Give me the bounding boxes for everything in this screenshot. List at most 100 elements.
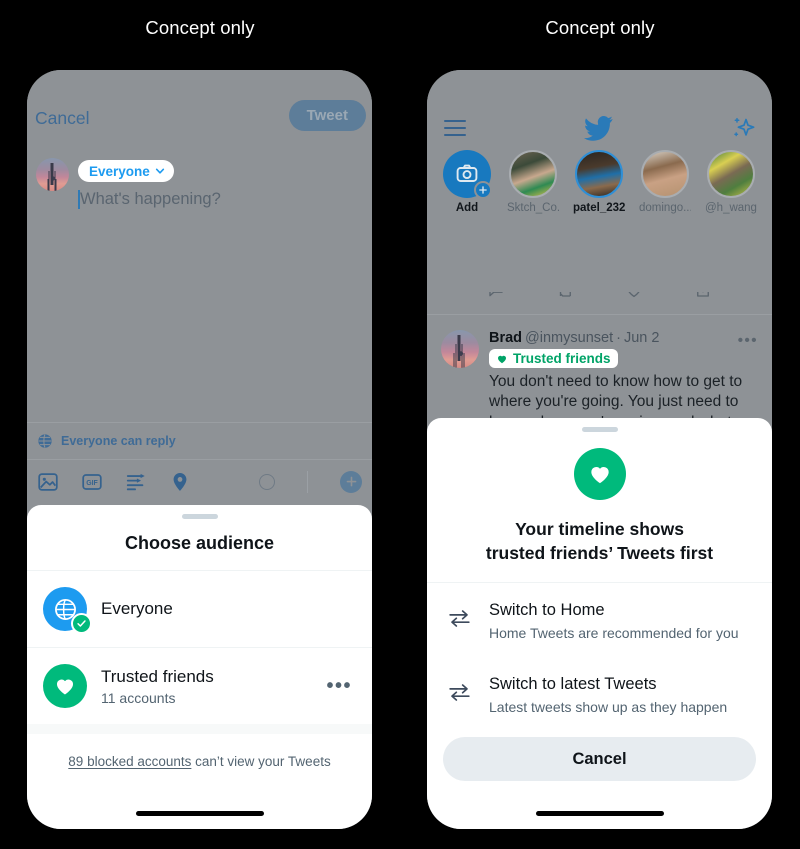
audience-option-trusted-friends[interactable]: Trusted friends 11 accounts ••• [27,648,372,724]
swap-icon [447,601,473,636]
timeline-header [427,110,772,146]
option-switch-to-home[interactable]: Switch to Home Home Tweets are recommend… [427,583,772,657]
audience-option-text: Everyone [101,598,356,619]
add-icon[interactable] [340,470,362,493]
option-text: Switch to latest Tweets Latest tweets sh… [489,675,727,715]
story-add[interactable]: Add [441,150,493,214]
toolbar-divider [307,470,308,493]
option-title: Switch to Home [489,601,605,620]
screenshot-root: Concept only Cancel Tweet Everyone What'… [0,0,800,849]
audience-chip-label: Everyone [89,163,150,179]
option-title: Switch to latest Tweets [489,675,657,694]
left-panel: Concept only Cancel Tweet Everyone What'… [0,0,400,849]
globe-icon [38,434,52,448]
sheet-title: Your timeline shows trusted friends’ Twe… [427,512,772,582]
choose-audience-sheet: Choose audience Everyone Trusted friends… [27,505,372,829]
tweet-author-name: Brad [489,330,523,346]
avatar [36,158,69,191]
tweet-dot-separator: · [616,330,621,346]
chevron-down-icon [155,168,164,174]
home-indicator [535,811,664,816]
retweet-icon [559,292,571,297]
like-icon [628,292,640,298]
avatar [641,150,689,198]
sparkle-icon[interactable] [731,116,755,140]
compose-placeholder[interactable]: What's happening? [80,190,221,209]
avatar [441,330,479,368]
globe-icon [43,587,92,634]
left-concept-label: Concept only [145,17,255,38]
audience-option-name: Trusted friends [101,667,214,687]
left-phone-frame: Cancel Tweet Everyone What's happening? [27,70,372,829]
gif-icon[interactable]: GIF [81,471,103,493]
cutoff-tweet-actions [427,292,772,306]
tweet-date: Jun 2 [623,330,660,346]
sheet-title-line1: Your timeline shows [515,519,684,540]
compose-tweet-button[interactable]: Tweet [288,100,366,131]
avatar [575,150,623,198]
avatar [509,150,557,198]
option-subtitle: Home Tweets are recommended for you [489,625,739,642]
blocked-accounts-note: 89 blocked accounts can’t view your Twee… [27,734,372,781]
sheet-grabber[interactable] [581,427,618,433]
reply-setting-label: Everyone can reply [61,434,176,448]
home-indicator [135,811,264,816]
section-band [27,724,372,734]
story-label: @h_wang... [705,202,757,214]
twitter-bird-icon [583,115,613,141]
tweet-header: Brad @inmysunset · Jun 2 [489,330,758,346]
audience-option-name: Everyone [101,599,173,619]
sheet-title-line2: trusted friends’ Tweets first [485,542,714,563]
heart-icon [497,355,507,363]
compose-cancel-button[interactable]: Cancel [35,108,89,129]
right-concept-label: Concept only [545,17,655,38]
progress-ring-icon [259,473,275,490]
audience-option-sub: 11 accounts [101,689,176,706]
reply-setting-row[interactable]: Everyone can reply [27,422,372,459]
share-icon [697,292,710,297]
option-text: Switch to Home Home Tweets are recommend… [489,601,739,641]
blocked-accounts-link[interactable]: 89 blocked accounts [68,754,191,769]
heart-icon [43,664,87,708]
poll-icon[interactable] [125,471,147,493]
story-item[interactable]: domingo... [639,150,691,214]
story-item[interactable]: @h_wang... [705,150,757,214]
location-icon[interactable] [169,471,191,493]
overflow-menu-icon[interactable]: ••• [738,332,758,349]
reply-icon [488,292,503,297]
hamburger-icon[interactable] [444,120,466,136]
timeline-info-sheet: Your timeline shows trusted friends’ Twe… [427,418,772,829]
trusted-friends-badge-label: Trusted friends [513,351,611,366]
right-panel: Concept only Add Sktch_Co patel_232 domi… [400,0,800,849]
right-phone-screen: Add Sktch_Co... patel_232 doming [427,70,772,829]
story-label: patel_232 [573,202,625,214]
selected-check-icon [71,613,92,634]
trusted-friends-badge: Trusted friends [489,349,618,368]
image-icon[interactable] [37,471,59,493]
blocked-accounts-rest: can’t view your Tweets [191,754,331,769]
heart-icon [573,448,626,501]
story-label: domingo... [639,202,691,214]
add-badge-icon [474,181,492,199]
left-phone-screen: Cancel Tweet Everyone What's happening? [27,70,372,829]
tweet-author-handle: @inmysunset [525,330,614,346]
story-item-active[interactable]: patel_232 [573,150,625,214]
sheet-title: Choose audience [124,533,275,553]
story-item-partial[interactable] [771,150,772,202]
avatar [707,150,755,198]
compose-topbar: Cancel Tweet [27,100,372,146]
divider [427,314,772,315]
option-subtitle: Latest tweets show up as they happen [489,699,728,715]
option-switch-to-latest[interactable]: Switch to latest Tweets Latest tweets sh… [427,657,772,731]
audience-chip[interactable]: Everyone [78,160,174,182]
stories-row[interactable]: Add Sktch_Co... patel_232 doming [427,150,772,222]
svg-text:GIF: GIF [86,480,98,487]
cancel-button[interactable]: Cancel [443,737,756,781]
camera-icon [443,150,492,199]
right-phone-frame: Add Sktch_Co... patel_232 doming [427,70,772,829]
swap-icon [447,675,473,710]
compose-toolbar: GIF [27,459,372,503]
audience-option-everyone[interactable]: Everyone [27,571,372,647]
overflow-menu-icon[interactable]: ••• [326,675,356,698]
story-item[interactable]: Sktch_Co... [507,150,559,214]
